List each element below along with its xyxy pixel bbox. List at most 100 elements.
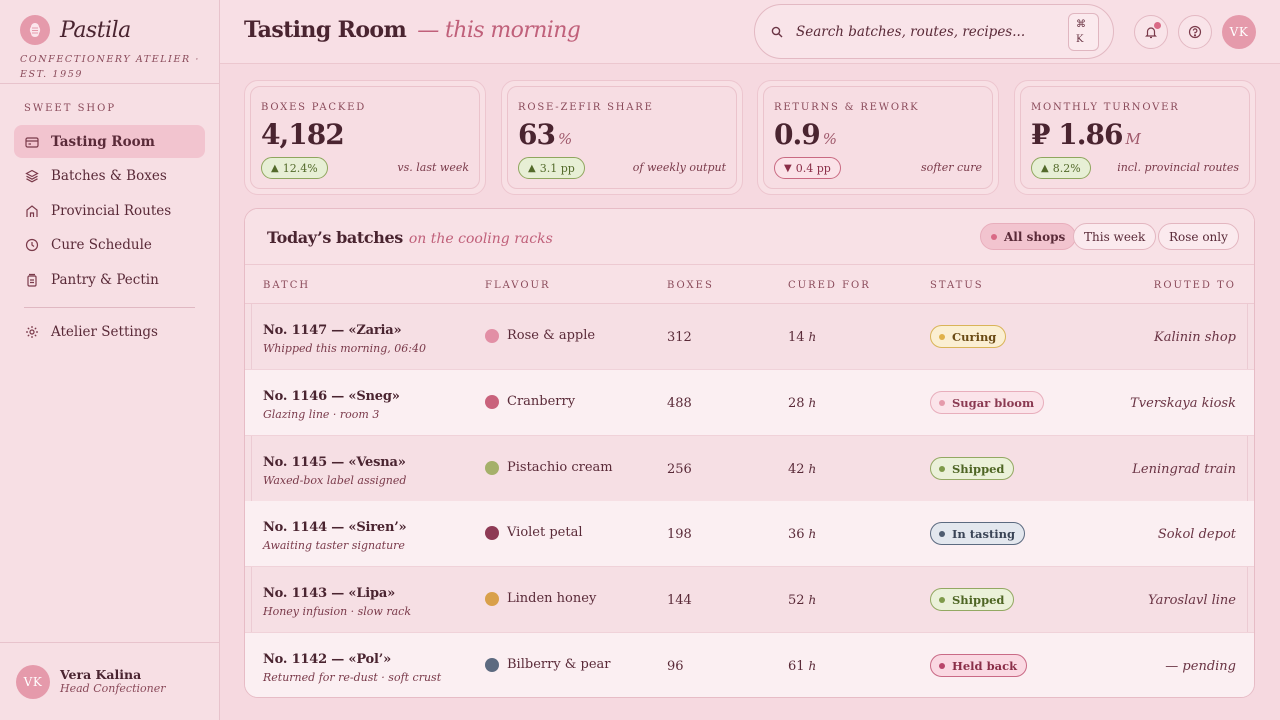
flavour-label: Linden honey — [507, 591, 597, 606]
stat-value: 0.9% — [774, 118, 837, 151]
page-title: Tasting Room — this morning — [244, 17, 581, 43]
routed-to[interactable]: Leningrad train — [1132, 462, 1236, 477]
table-row[interactable]: No. 1147 — «Zaria» Whipped this morning, … — [245, 304, 1254, 370]
panel-subtitle: on the cooling racks — [408, 231, 553, 247]
routed-to[interactable]: Tverskaya kiosk — [1130, 396, 1236, 411]
page-title-text: Tasting Room — [244, 17, 407, 43]
stat-card-returns-rework[interactable]: RETURNS & REWORK 0.9% ▼ 0.4 pp softer cur… — [757, 80, 999, 195]
sidebar-item-batches-boxes[interactable]: Batches & Boxes — [14, 160, 205, 193]
filter-all-shops[interactable]: All shops — [980, 223, 1077, 250]
table-row[interactable]: No. 1145 — «Vesna» Waxed-box label assign… — [245, 436, 1254, 502]
stat-label: RETURNS & REWORK — [774, 102, 920, 113]
user-name: Vera Kalina — [60, 667, 142, 682]
flavour-label: Bilberry & pear — [507, 657, 611, 672]
table-header: BATCH FLAVOUR BOXES CURED FOR STATUS ROU… — [245, 265, 1254, 304]
sidebar-item-label: Pantry & Pectin — [51, 271, 159, 288]
stat-card-monthly-turnover[interactable]: MONTHLY TURNOVER ₽ 1.86 M ▲ 8.2% incl. pro… — [1014, 80, 1256, 195]
column-header-routed-to[interactable]: ROUTED TO — [1154, 280, 1236, 291]
column-header-cured-for[interactable]: CURED FOR — [788, 280, 871, 291]
stat-value: 4,182 — [261, 118, 345, 151]
cured-for: 61 h — [788, 659, 817, 674]
cured-for: 42 h — [788, 462, 817, 477]
flavour-cell: Pistachio cream — [485, 460, 613, 475]
sidebar-item-provincial-routes[interactable]: Provincial Routes — [14, 194, 205, 227]
sidebar-item-cure-schedule[interactable]: Cure Schedule — [14, 229, 205, 262]
sidebar-item-pantry-pectin[interactable]: Pantry & Pectin — [14, 263, 205, 296]
batch-name[interactable]: No. 1143 — «Lipa» — [263, 586, 395, 601]
status-dot-icon — [939, 399, 945, 406]
stat-label: ROSE-ZEFIR SHARE — [518, 102, 654, 113]
batches-panel: Today’s batches on the cooling racks All … — [244, 208, 1255, 698]
table-row[interactable]: No. 1144 — «Siren’» Awaiting taster signa… — [245, 501, 1254, 567]
stat-note: vs. last week — [397, 161, 469, 174]
flavour-swatch-icon — [485, 657, 499, 672]
layers-icon — [25, 169, 39, 183]
boxes-count: 96 — [667, 659, 684, 674]
flavour-cell: Linden honey — [485, 591, 596, 606]
filter-rose-only[interactable]: Rose only — [1158, 223, 1239, 250]
batch-name[interactable]: No. 1145 — «Vesna» — [263, 455, 406, 470]
help-button[interactable] — [1178, 15, 1212, 49]
user-profile[interactable]: VK Vera Kalina Head Confectioner — [16, 665, 165, 699]
batch-note: Awaiting taster signature — [263, 539, 405, 552]
flavour-cell: Rose & apple — [485, 328, 595, 343]
brand-name: Pastila — [60, 17, 131, 43]
routed-to[interactable]: — pending — [1165, 659, 1236, 674]
batch-note: Honey infusion · slow rack — [263, 605, 411, 618]
help-icon — [1188, 25, 1202, 39]
routed-to[interactable]: Sokol depot — [1158, 527, 1236, 542]
hours-unit: h — [808, 659, 817, 673]
stat-delta-badge: ▲ 3.1 pp — [518, 157, 585, 179]
column-header-flavour[interactable]: FLAVOUR — [485, 280, 551, 291]
sidebar-item-atelier-settings[interactable]: Atelier Settings — [14, 315, 205, 348]
cured-for: 28 h — [788, 396, 817, 411]
batch-note: Whipped this morning, 06:40 — [263, 342, 426, 355]
flavour-swatch-icon — [485, 460, 499, 475]
search-icon — [771, 26, 783, 37]
column-header-status[interactable]: STATUS — [930, 280, 984, 291]
table-row[interactable]: No. 1146 — «Sneg» Glazing line · room 3 Cr… — [245, 370, 1254, 436]
batch-note: Returned for re-dust · soft crust — [263, 671, 442, 684]
arrow-up-icon: ▲ — [1041, 162, 1049, 174]
cured-for: 36 h — [788, 527, 817, 542]
batch-name[interactable]: No. 1146 — «Sneg» — [263, 389, 400, 404]
table-row[interactable]: No. 1143 — «Lipa» Honey infusion · slow r… — [245, 567, 1254, 633]
batch-name[interactable]: No. 1144 — «Siren’» — [263, 520, 407, 535]
sidebar: Pastila CONFECTIONERY ATELIER · EST. 195… — [0, 0, 220, 720]
status-badge: In tasting — [930, 522, 1026, 545]
column-header-boxes[interactable]: BOXES — [667, 280, 714, 291]
table-row[interactable]: No. 1142 — «Pol’» Returned for re-dust · … — [245, 633, 1254, 697]
pastila-logo-icon — [20, 15, 50, 45]
stat-card-boxes-packed[interactable]: BOXES PACKED 4,182 ▲ 12.4% vs. last week — [244, 80, 486, 195]
notifications-button[interactable] — [1134, 15, 1168, 49]
batch-name[interactable]: No. 1142 — «Pol’» — [263, 652, 391, 667]
routed-to[interactable]: Yaroslavl line — [1148, 593, 1236, 608]
arrow-up-icon: ▲ — [528, 162, 536, 174]
divider — [0, 83, 219, 84]
sidebar-item-tasting-room[interactable]: Tasting Room — [14, 125, 205, 158]
arrow-down-icon: ▼ — [784, 162, 792, 174]
flavour-label: Violet petal — [507, 525, 583, 540]
search-bar[interactable]: ⌘ K — [754, 4, 1114, 59]
hours-unit: h — [808, 330, 817, 344]
boxes-count: 256 — [667, 462, 692, 477]
routed-to[interactable]: Kalinin shop — [1154, 330, 1236, 345]
stat-delta-badge: ▲ 12.4% — [261, 157, 328, 179]
flavour-label: Pistachio cream — [507, 460, 613, 475]
filter-this-week[interactable]: This week — [1073, 223, 1157, 250]
search-input[interactable] — [796, 23, 1066, 40]
sidebar-item-label: Tasting Room — [51, 133, 155, 150]
batch-name[interactable]: No. 1147 — «Zaria» — [263, 323, 402, 338]
hours-unit: h — [808, 593, 817, 607]
stat-card-rose-zefir-share[interactable]: ROSE-ZEFIR SHARE 63% ▲ 3.1 pp of weekly o… — [501, 80, 743, 195]
flavour-swatch-icon — [485, 328, 499, 343]
brand[interactable]: Pastila — [20, 15, 131, 45]
column-header-batch[interactable]: BATCH — [263, 280, 310, 291]
stat-note: softer cure — [920, 161, 982, 174]
gear-icon — [25, 325, 39, 339]
status-badge: Sugar bloom — [930, 391, 1045, 414]
flavour-cell: Violet petal — [485, 525, 583, 540]
boxes-count: 198 — [667, 527, 692, 542]
batch-note: Glazing line · room 3 — [263, 408, 380, 421]
account-avatar[interactable]: VK — [1222, 15, 1256, 49]
